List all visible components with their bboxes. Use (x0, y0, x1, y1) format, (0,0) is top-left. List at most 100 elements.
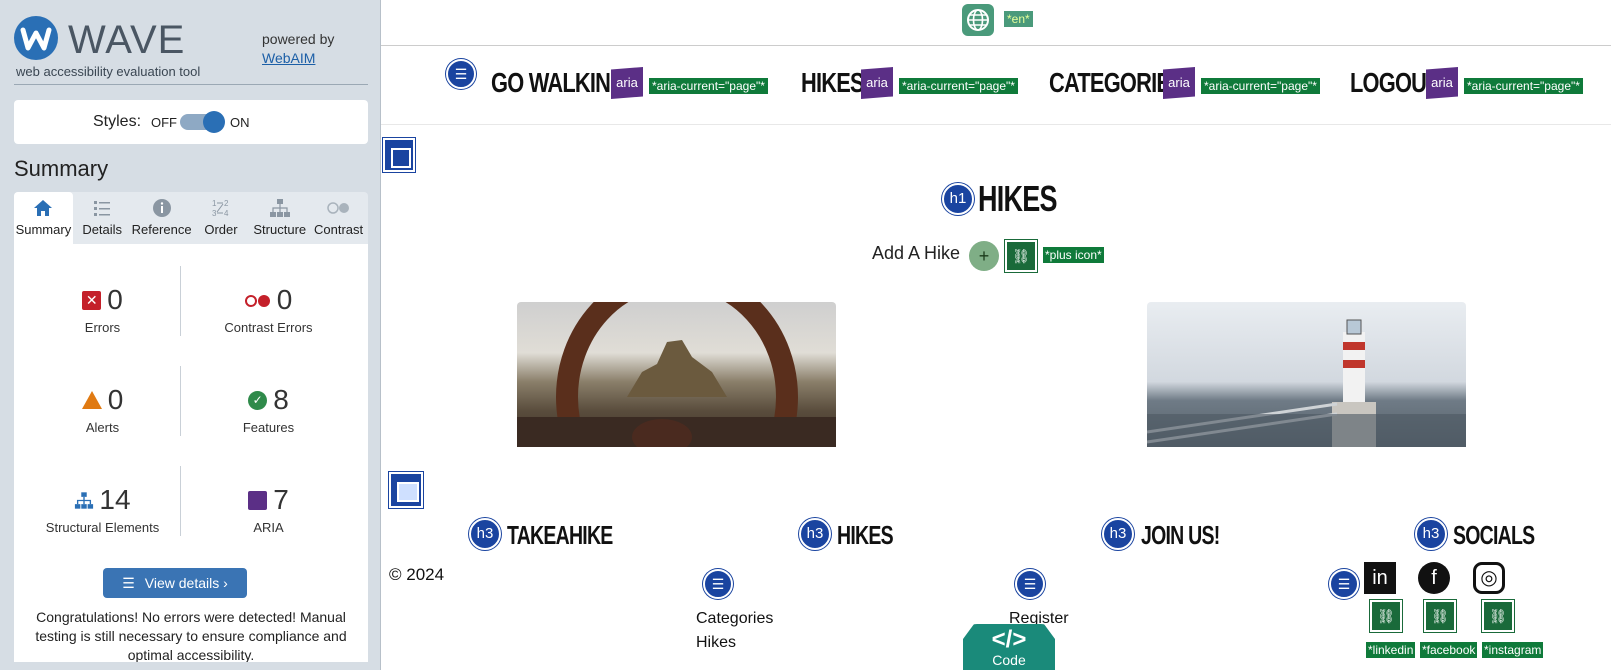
tab-label: Structure (253, 222, 307, 237)
nav-item-go-walking[interactable]: GO WALKING! aria *aria-current="page"* (491, 67, 768, 103)
hike-image-castle[interactable] (517, 302, 836, 447)
list-icon: ☰ (122, 575, 135, 591)
footer-heading-hikes: HIKES (837, 520, 894, 550)
tab-reference[interactable]: Reference (132, 192, 192, 244)
tab-label: Reference (131, 222, 192, 237)
toggle-knob (203, 111, 225, 133)
alert-icon (81, 391, 102, 409)
main-region-icon (383, 138, 415, 172)
aria-current-tag: *aria-current="page"* (1201, 78, 1320, 94)
aria-icon (248, 490, 268, 510)
instagram-icon[interactable]: ◎ (1473, 562, 1505, 594)
wave-logo-icon (14, 16, 58, 60)
stat-structural[interactable]: 14 Structural Elements (14, 484, 191, 535)
footer-region-icon (389, 472, 423, 508)
page-content: *en* ☰ GO WALKING! aria *aria-current="p… (381, 0, 1611, 670)
alt-text-tag: *facebook (1420, 642, 1478, 658)
link-icon: ⛓ (1424, 600, 1456, 632)
view-details-label: View details › (144, 575, 228, 591)
aria-icon: aria (1426, 67, 1458, 99)
tab-details[interactable]: Details (73, 192, 132, 244)
check-icon: ✓ (248, 390, 268, 410)
code-button[interactable]: </> Code (963, 624, 1055, 670)
summary-heading: Summary (14, 156, 109, 181)
wave-logo-text: WAVE (68, 18, 186, 62)
divider (14, 84, 368, 85)
stat-errors[interactable]: ✕ 0 Errors (14, 284, 191, 335)
structure-icon (250, 198, 309, 220)
stat-aria[interactable]: 7 ARIA (180, 484, 357, 535)
styles-on-label: ON (230, 115, 250, 130)
footer-heading-socials: SOCIALS (1453, 520, 1535, 550)
nav-item-hikes[interactable]: HIKES aria *aria-current="page"* (801, 67, 1018, 103)
styles-label: Styles: (93, 113, 142, 130)
svg-text:1: 1 (212, 199, 217, 208)
stat-value: 7 (273, 484, 289, 515)
stat-label: Contrast Errors (224, 320, 313, 335)
stat-features[interactable]: ✓ 8 Features (180, 384, 357, 435)
link-icon: ⛓ (1482, 600, 1514, 632)
aria-icon: aria (1163, 67, 1195, 99)
language-tag: *en* (1004, 11, 1033, 27)
footer-heading-join-us: JOIN US! (1141, 520, 1220, 550)
alt-text-tag: *instagram (1482, 642, 1544, 658)
alt-text-tag: *plus icon* (1043, 247, 1104, 263)
stat-alerts[interactable]: 0 Alerts (14, 384, 191, 435)
page-title: HIKES (978, 178, 1058, 219)
nav-link-label[interactable]: HIKES (801, 67, 865, 99)
h3-icon: h3 (1102, 518, 1134, 550)
powered-by: powered by WebAIM (262, 30, 334, 68)
powered-by-text: powered by (262, 31, 335, 47)
order-icon: 1234 (192, 198, 251, 220)
styles-off-label: OFF (151, 115, 177, 130)
list-icon: ☰ (1015, 569, 1045, 599)
h1-icon: h1 (942, 183, 974, 215)
home-icon (14, 198, 73, 220)
aria-current-tag: *aria-current="page"* (649, 78, 768, 94)
webaim-link[interactable]: WebAIM (262, 50, 315, 66)
contrast-icon (309, 198, 368, 220)
nav-item-logout[interactable]: LOGOUT aria *aria-current="page"* (1350, 67, 1583, 103)
stat-value: 0 (107, 384, 124, 415)
add-hike-link[interactable]: Add A Hike (872, 243, 960, 264)
stat-value: 0 (107, 284, 123, 315)
main-nav: ☰ GO WALKING! aria *aria-current="page"*… (381, 47, 1611, 125)
styles-toggle[interactable] (180, 111, 225, 133)
h3-icon: h3 (469, 518, 501, 550)
globe-icon (962, 4, 994, 36)
stat-label: Structural Elements (45, 520, 160, 535)
svg-text:2: 2 (224, 199, 229, 208)
view-details-button[interactable]: ☰ View details › (103, 568, 247, 598)
stat-value: 14 (99, 484, 131, 515)
facebook-icon[interactable]: f (1418, 562, 1450, 594)
link-icon: ⛓ (1370, 600, 1402, 632)
tab-label: Order (204, 222, 238, 237)
info-icon (132, 198, 192, 220)
stat-contrast-errors[interactable]: 0 Contrast Errors (180, 284, 357, 335)
list-icon: ☰ (703, 569, 733, 599)
aria-current-tag: *aria-current="page"* (1464, 78, 1583, 94)
list-icon (73, 198, 132, 220)
plus-button[interactable]: + (969, 241, 999, 271)
tab-summary[interactable]: Summary (14, 192, 73, 244)
svg-text:3: 3 (212, 209, 217, 218)
nav-link-label[interactable]: LOGOUT (1350, 67, 1440, 99)
contrast-error-icon (244, 291, 271, 310)
linkedin-icon[interactable]: in (1364, 562, 1396, 594)
code-icon: </> (991, 626, 1027, 653)
stat-label: Errors (84, 320, 121, 335)
footer-link-hikes[interactable]: Hikes (696, 634, 736, 652)
tab-label: Summary (15, 222, 72, 237)
footer-link-categories[interactable]: Categories (696, 610, 773, 628)
stat-value: 8 (273, 384, 289, 415)
stat-value: 0 (276, 284, 293, 315)
top-bar: *en* (381, 0, 1611, 46)
nav-item-categories[interactable]: CATEGORIES aria *aria-current="page"* (1049, 67, 1320, 103)
list-icon: ☰ (446, 59, 476, 89)
tab-structure[interactable]: Structure (250, 192, 309, 244)
hike-image-lighthouse[interactable] (1147, 302, 1466, 447)
tab-order[interactable]: 1234 Order (192, 192, 251, 244)
wave-tagline: web accessibility evaluation tool (16, 64, 201, 79)
tab-label: Contrast (314, 222, 364, 237)
tab-contrast[interactable]: Contrast (309, 192, 368, 244)
